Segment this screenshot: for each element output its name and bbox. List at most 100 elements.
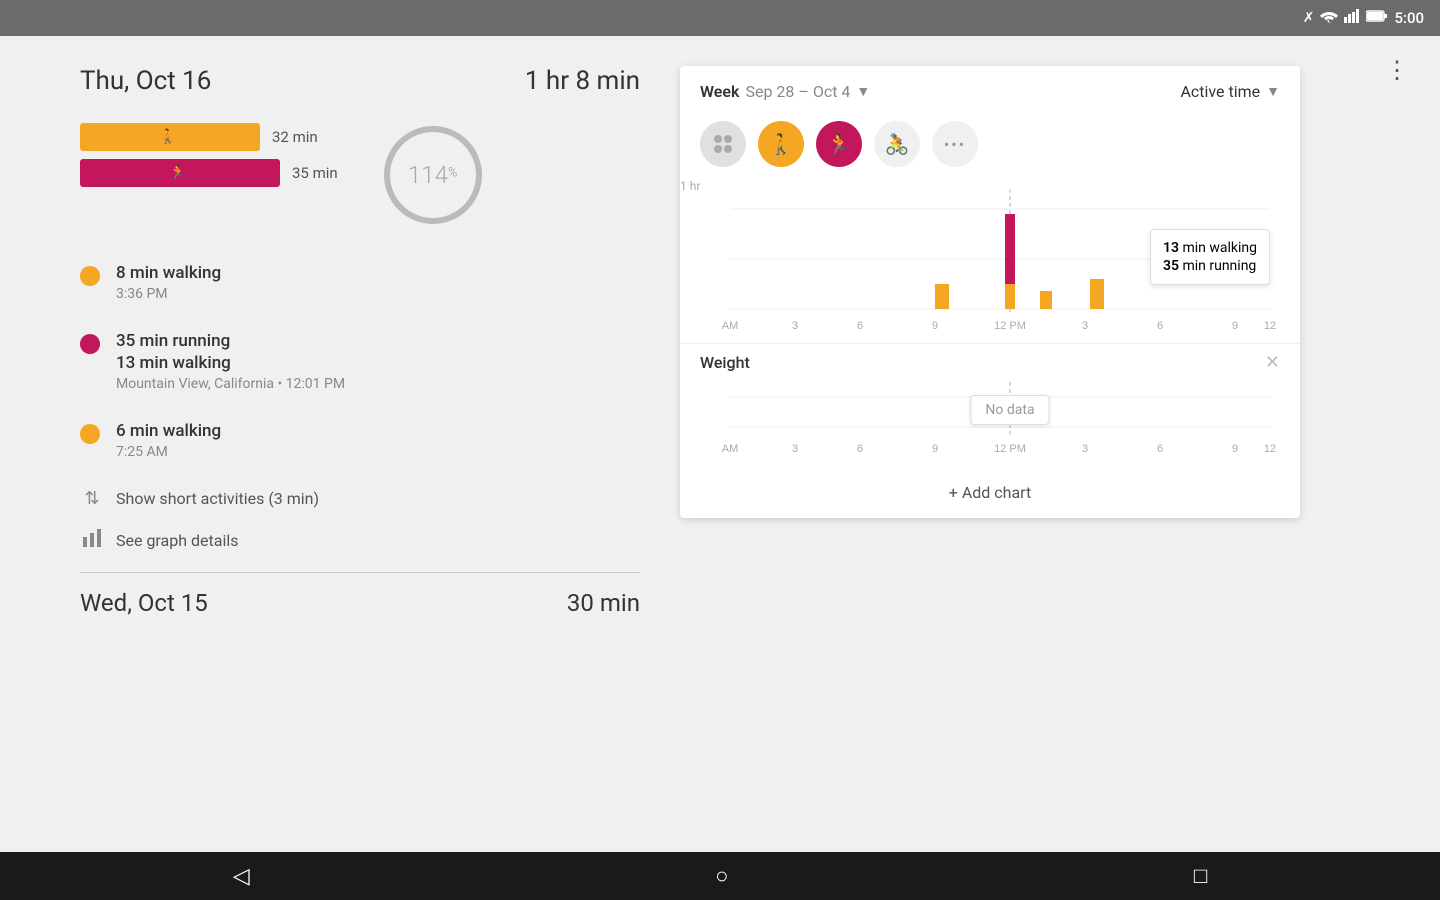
svg-text:12 PM: 12 PM <box>994 443 1026 455</box>
activity-meta-1: 3:36 PM <box>116 286 221 302</box>
activity-name-3: 6 min walking <box>116 420 221 442</box>
recent-button[interactable]: □ <box>1194 863 1207 889</box>
battery-icon <box>1366 10 1388 26</box>
percent-sign: % <box>448 166 458 181</box>
circle-progress: 114% <box>378 120 488 230</box>
more-activities-btn[interactable]: ••• <box>932 121 978 167</box>
svg-text:12: 12 <box>1264 320 1276 332</box>
bike-btn-icon: 🚴 <box>885 132 910 156</box>
show-short-activities-row[interactable]: ⇅ Show short activities (3 min) <box>80 488 640 509</box>
metric-label: Active time <box>1180 82 1260 101</box>
wed-header: Wed, Oct 15 30 min <box>80 589 640 617</box>
back-icon: ◁ <box>233 864 250 889</box>
status-bar: ✗ 5:00 <box>0 0 1440 36</box>
day-title: Thu, Oct 16 <box>80 66 211 96</box>
running-bar-row: 🏃 35 min <box>80 159 338 187</box>
all-activities-btn[interactable] <box>700 121 746 167</box>
svg-text:AM: AM <box>722 443 739 455</box>
bottom-actions: ⇅ Show short activities (3 min) See grap… <box>80 488 640 552</box>
svg-text:9: 9 <box>1232 320 1238 332</box>
activity-name-2a: 35 min running <box>116 330 345 352</box>
svg-text:6: 6 <box>857 443 863 455</box>
status-icons: ✗ 5:00 <box>1303 9 1424 27</box>
tooltip-walking-text: min walking <box>1179 240 1257 256</box>
bottom-nav: ◁ ○ □ <box>0 852 1440 900</box>
activity-name-2b: 13 min walking <box>116 352 345 374</box>
bluetooth-icon: ✗ <box>1303 10 1315 26</box>
tooltip-running-min: 35 <box>1163 258 1179 274</box>
activity-item-1: 8 min walking 3:36 PM <box>80 262 640 302</box>
weight-label: Weight <box>700 353 750 372</box>
svg-text:9: 9 <box>1232 443 1238 455</box>
divider <box>80 572 640 573</box>
svg-text:9: 9 <box>932 443 938 455</box>
time-display: 5:00 <box>1394 9 1424 27</box>
week-selector[interactable]: Week Sep 28 – Oct 4 ▼ <box>700 82 870 101</box>
signal-icon <box>1344 9 1360 27</box>
add-chart-label: + Add chart <box>949 483 1031 502</box>
activity-meta-3: 7:25 AM <box>116 444 221 460</box>
activity-meta-2: Mountain View, California • 12:01 PM <box>116 376 345 392</box>
activity-text-2: 35 min running 13 min walking Mountain V… <box>116 330 345 392</box>
walking-duration: 32 min <box>272 128 318 146</box>
svg-text:6: 6 <box>857 320 863 332</box>
tooltip-running-text: min running <box>1179 258 1256 274</box>
show-short-activities-label: Show short activities (3 min) <box>116 489 319 508</box>
tooltip-line-1: 13 min walking <box>1163 240 1257 256</box>
running-duration: 35 min <box>292 164 338 182</box>
wed-duration: 30 min <box>567 589 640 617</box>
weight-close-btn[interactable]: ✕ <box>1265 352 1280 373</box>
svg-text:AM: AM <box>722 320 739 332</box>
walk-btn-icon: 🚶 <box>769 132 794 156</box>
svg-text:6: 6 <box>1157 320 1163 332</box>
walking-bar-row: 🚶 32 min <box>80 123 338 151</box>
activity-bars: 🚶 32 min 🏃 35 min <box>80 123 338 195</box>
see-graph-details-row[interactable]: See graph details <box>80 529 640 552</box>
svg-text:3: 3 <box>792 443 798 455</box>
metric-selector[interactable]: Active time ▼ <box>1180 82 1280 101</box>
activities-list: 8 min walking 3:36 PM 35 min running 13 … <box>80 262 640 460</box>
home-icon: ○ <box>715 863 728 889</box>
run-btn-icon: 🏃 <box>827 132 852 156</box>
chart-tooltip: 13 min walking 35 min running <box>1150 229 1270 285</box>
bar-chart-icon <box>80 529 104 552</box>
chart-header: Week Sep 28 – Oct 4 ▼ Active time ▼ <box>680 66 1300 113</box>
run-icon: 🏃 <box>169 165 186 181</box>
activity-item-3: 6 min walking 7:25 AM <box>80 420 640 460</box>
right-panel: Week Sep 28 – Oct 4 ▼ Active time ▼ <box>680 66 1400 832</box>
activity-dot-pink-2 <box>80 334 100 354</box>
recent-icon: □ <box>1194 863 1207 889</box>
walk-btn[interactable]: 🚶 <box>758 121 804 167</box>
walk-icon: 🚶 <box>159 129 176 145</box>
run-btn[interactable]: 🏃 <box>816 121 862 167</box>
tooltip-walking-min: 13 <box>1163 240 1179 256</box>
more-options-btn[interactable]: ⋮ <box>1385 56 1410 84</box>
week-range: Sep 28 – Oct 4 <box>745 82 850 101</box>
bike-btn[interactable]: 🚴 <box>874 121 920 167</box>
activity-dot-orange-3 <box>80 424 100 444</box>
more-dots-icon: ••• <box>944 135 966 154</box>
no-data-tooltip: No data <box>970 395 1049 425</box>
week-dropdown-icon: ▼ <box>856 83 870 100</box>
home-button[interactable]: ○ <box>715 863 728 889</box>
svg-text:3: 3 <box>1082 443 1088 455</box>
chart-card: Week Sep 28 – Oct 4 ▼ Active time ▼ <box>680 66 1300 518</box>
running-bar: 🏃 <box>80 159 280 187</box>
add-chart-btn[interactable]: + Add chart <box>680 467 1300 518</box>
day-header: Thu, Oct 16 1 hr 8 min <box>80 66 640 96</box>
activity-name-1: 8 min walking <box>116 262 221 284</box>
svg-text:3: 3 <box>792 320 798 332</box>
weight-title-row: Weight ✕ <box>700 352 1280 373</box>
back-button[interactable]: ◁ <box>233 864 250 889</box>
activity-icons-row: 🚶 🏃 🚴 ••• <box>680 113 1300 179</box>
walking-bar: 🚶 <box>80 123 260 151</box>
svg-text:9: 9 <box>932 320 938 332</box>
svg-text:3: 3 <box>1082 320 1088 332</box>
svg-text:6: 6 <box>1157 443 1163 455</box>
tooltip-line-2: 35 min running <box>1163 258 1257 274</box>
week-label: Week <box>700 82 739 101</box>
weight-chart: AM 3 6 9 12 PM 3 6 9 12 No data <box>700 377 1280 467</box>
svg-text:12: 12 <box>1264 443 1276 455</box>
activity-text-1: 8 min walking 3:36 PM <box>116 262 221 302</box>
activity-dot-orange-1 <box>80 266 100 286</box>
